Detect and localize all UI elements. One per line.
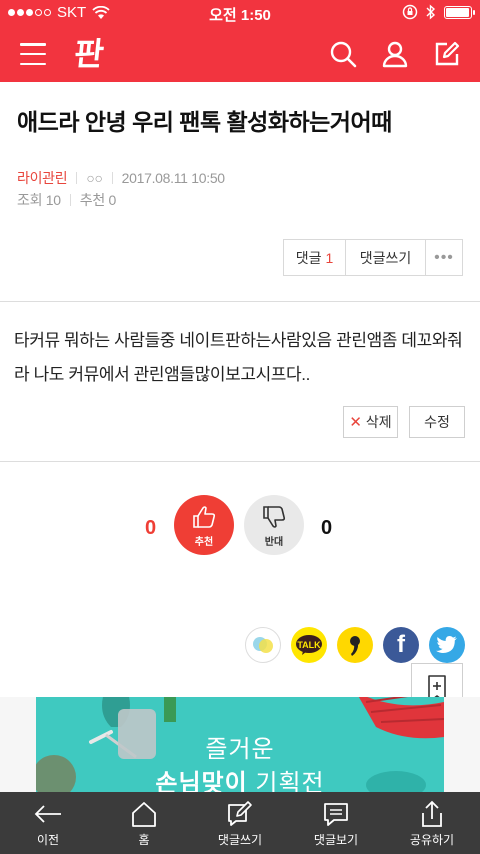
- home-icon: [132, 802, 156, 827]
- facebook-icon: f: [397, 631, 405, 658]
- arrow-left-icon: [34, 805, 61, 823]
- orientation-lock-icon: [402, 4, 418, 20]
- downvote-count: 0: [321, 517, 333, 539]
- comments-icon: [324, 803, 348, 826]
- author-sub: ○○: [86, 170, 103, 186]
- bottom-toolbar: 이전 홈 댓글쓰기 댓글보기 공유하기: [0, 792, 480, 854]
- share-story-button[interactable]: [337, 627, 373, 663]
- ad-banner[interactable]: 즐거운 손님맞이 기획전: [36, 697, 444, 792]
- write-comment-toolbar-button[interactable]: 댓글쓰기: [192, 792, 288, 854]
- edit-button[interactable]: 수정: [409, 406, 465, 438]
- share-twitter-button[interactable]: [429, 627, 465, 663]
- more-options-button[interactable]: •••: [426, 240, 462, 275]
- close-icon: ✕: [349, 414, 362, 431]
- separator: [111, 172, 113, 184]
- app-logo[interactable]: 판: [67, 34, 111, 74]
- edit-comment-icon: [228, 801, 252, 826]
- comma-icon: [350, 636, 360, 656]
- post-title: 애드라 안녕 우리 팬톡 활성화하는거어때: [17, 109, 392, 135]
- post-meta-author: 라이관린 ○○ 2017.08.11 10:50: [17, 168, 225, 188]
- divider: [0, 301, 480, 302]
- ad-highlight: 손님맞이: [155, 770, 248, 792]
- user-icon[interactable]: [381, 40, 409, 68]
- write-comment-label: 댓글쓰기: [217, 833, 263, 847]
- share-kakaostory-button[interactable]: [245, 627, 281, 663]
- back-label: 이전: [36, 833, 60, 847]
- ad-rest: 기획전: [247, 770, 325, 792]
- share-label: 공유하기: [409, 833, 455, 847]
- bluetooth-icon: [426, 4, 436, 20]
- back-button[interactable]: 이전: [0, 792, 96, 854]
- upvote-button[interactable]: 추천: [174, 495, 234, 555]
- home-label: 홈: [138, 833, 150, 847]
- upvote-label: 추천: [194, 536, 214, 548]
- app-header: 판: [0, 26, 480, 82]
- comment-button-group: 댓글 1 댓글쓰기 •••: [283, 239, 463, 276]
- separator: [76, 172, 78, 184]
- downvote-label: 반대: [264, 536, 284, 548]
- share-facebook-button[interactable]: f: [383, 627, 419, 663]
- kakaostory-icon: [253, 637, 273, 653]
- status-right: [402, 4, 475, 20]
- delete-label: 삭제: [365, 414, 392, 430]
- thumbs-up-icon: [193, 505, 216, 528]
- share-kakaotalk-button[interactable]: TALK: [291, 627, 327, 663]
- twitter-icon: [436, 636, 457, 653]
- upvote-count: 0: [145, 517, 157, 539]
- compose-icon[interactable]: [433, 40, 461, 68]
- kakaotalk-label: TALK: [297, 640, 321, 650]
- home-button[interactable]: 홈: [96, 792, 192, 854]
- view-comments-label: 댓글보기: [313, 833, 359, 847]
- search-icon[interactable]: [329, 40, 357, 68]
- comments-count: 1: [325, 249, 334, 266]
- view-comments-button[interactable]: 댓글보기: [288, 792, 384, 854]
- status-bar: SKT 오전 1:50: [0, 0, 480, 26]
- author-name[interactable]: 라이관린: [17, 168, 68, 188]
- post-meta-stats: 조회 10 추천 0: [17, 190, 116, 210]
- share-button[interactable]: 공유하기: [384, 792, 480, 854]
- menu-icon[interactable]: [20, 43, 46, 65]
- separator: [69, 194, 71, 206]
- like-count: 추천 0: [79, 192, 117, 208]
- write-comment-button[interactable]: 댓글쓰기: [346, 240, 426, 275]
- comments-button[interactable]: 댓글 1: [284, 240, 346, 275]
- delete-button[interactable]: ✕ 삭제: [343, 406, 398, 438]
- divider: [0, 461, 480, 462]
- thumbs-down-icon: [263, 505, 286, 528]
- post-date: 2017.08.11 10:50: [121, 170, 225, 186]
- battery-icon: [444, 5, 475, 19]
- view-count: 조회 10: [17, 192, 61, 208]
- post-body: 타커뮤 뭐하는 사람들중 네이트판하는사람있음 관린앰좀 데꼬와줘라 나도 커뮤…: [14, 331, 463, 384]
- ad-banner-area: 즐거운 손님맞이 기획전: [0, 697, 480, 792]
- ad-subheadline: 손님맞이 기획전: [36, 763, 444, 792]
- downvote-button[interactable]: 반대: [244, 495, 304, 555]
- share-icon: [422, 800, 442, 827]
- comments-label: 댓글: [295, 249, 322, 266]
- ad-headline: 즐거운: [205, 736, 275, 763]
